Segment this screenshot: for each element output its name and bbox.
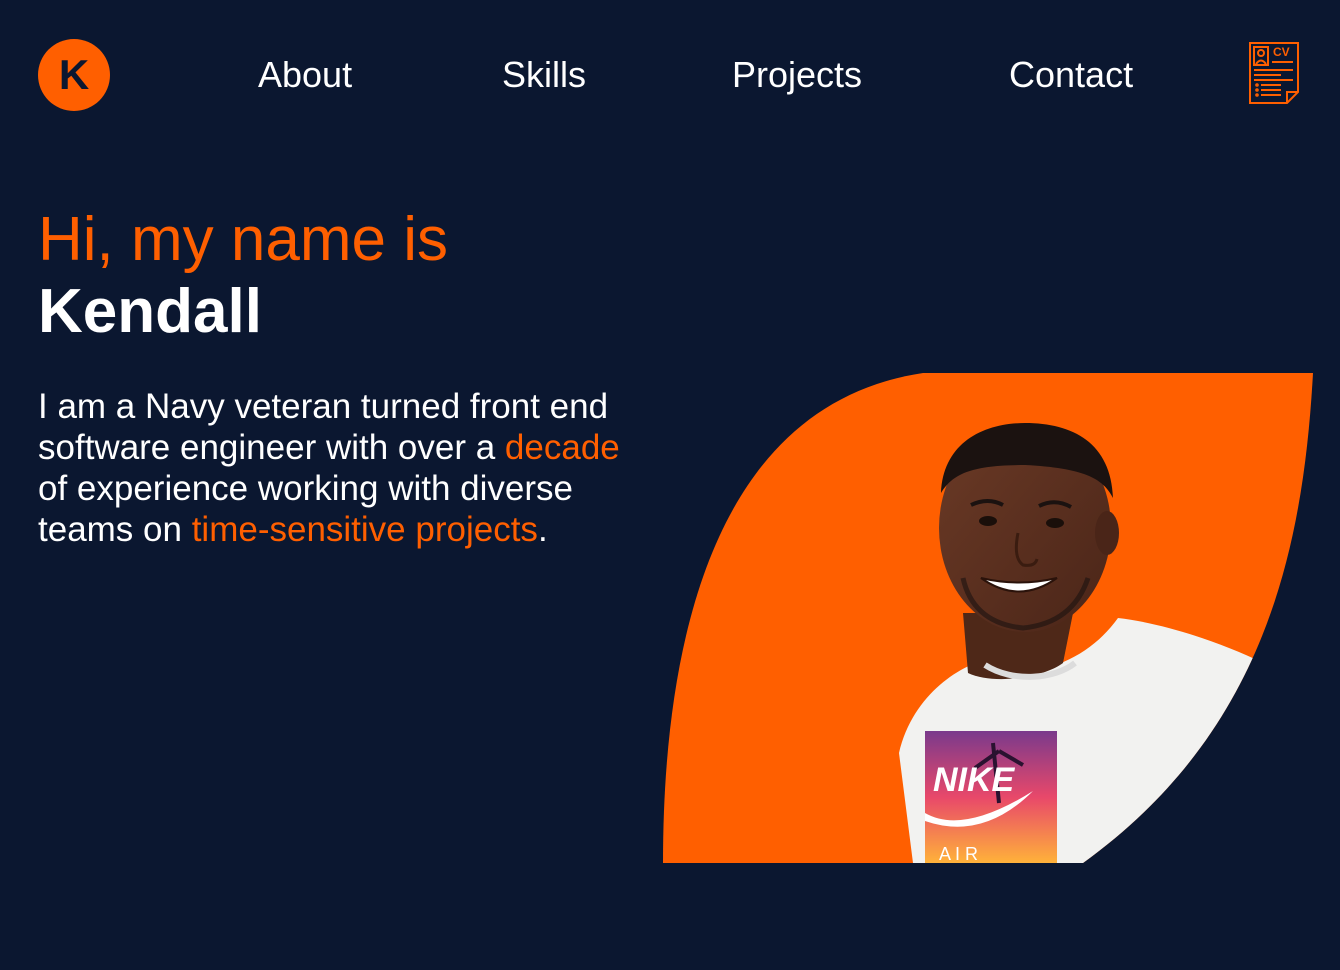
shirt-logo-text: NIKE <box>933 761 1016 799</box>
profile-photo-illustration: NIKE A I R <box>663 373 1313 863</box>
nav-projects-link[interactable]: Projects <box>732 54 862 96</box>
hero-name: Kendall <box>38 277 262 346</box>
nav-about-link[interactable]: About <box>258 54 352 96</box>
logo-letter: K <box>58 51 90 98</box>
cv-icon-text: CV <box>1273 45 1290 59</box>
logo-home-button[interactable]: K <box>38 39 110 111</box>
resume-cv-icon-graphic: CV <box>1249 42 1299 104</box>
resume-cv-icon[interactable]: CV <box>1247 40 1301 106</box>
shirt-subtext: A I R <box>939 844 978 863</box>
bio-highlight-projects: time-sensitive projects <box>191 510 538 549</box>
nav-skills-link[interactable]: Skills <box>502 54 586 96</box>
bio-text-3: . <box>537 510 548 549</box>
portfolio-page: K About Skills Projects Contact CV Hi, m… <box>0 0 1340 970</box>
hero-greeting: Hi, my name is <box>38 205 448 274</box>
nav-contact-link[interactable]: Contact <box>1009 54 1133 96</box>
bio-highlight-decade: decade <box>504 428 620 467</box>
profile-portrait: NIKE A I R <box>663 373 1313 863</box>
hero-bio: I am a Navy veteran turned front end sof… <box>38 386 658 550</box>
